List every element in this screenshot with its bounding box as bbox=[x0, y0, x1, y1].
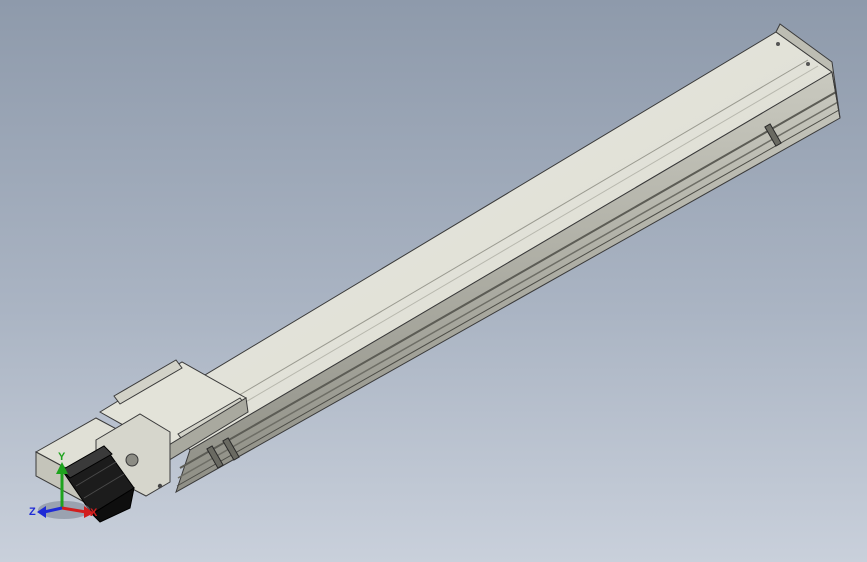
triad-label-z: Z bbox=[29, 506, 36, 518]
model-scene[interactable]: Z Y X bbox=[0, 0, 867, 562]
rail-top-line bbox=[179, 59, 809, 431]
triad-label-y: Y bbox=[58, 451, 66, 463]
mount-hole bbox=[776, 42, 780, 46]
rail-side-groove bbox=[176, 109, 840, 487]
rail-side-groove bbox=[179, 91, 837, 469]
rail-top-line bbox=[185, 65, 819, 438]
flange-hole bbox=[125, 453, 139, 467]
rail-body[interactable] bbox=[149, 23, 841, 494]
triad-label-x: X bbox=[90, 507, 98, 519]
rail-side-face bbox=[175, 71, 841, 494]
mount-hole bbox=[806, 62, 810, 66]
flange-hole bbox=[157, 483, 163, 489]
cad-viewport[interactable]: Z Y X bbox=[0, 0, 867, 562]
rail-side-groove bbox=[177, 101, 839, 479]
